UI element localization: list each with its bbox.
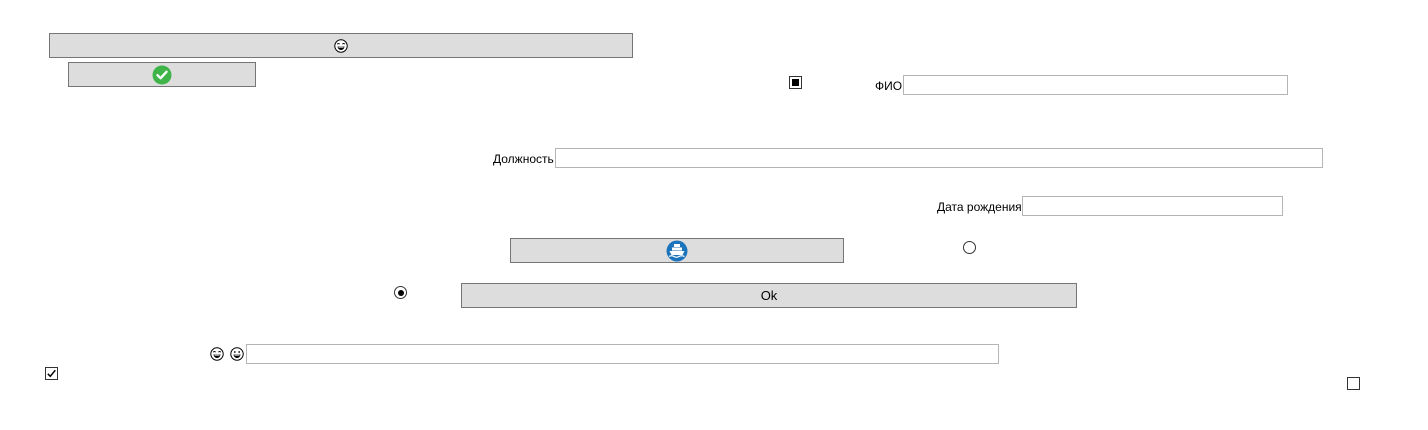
ship-icon (666, 240, 688, 262)
checkmark-icon (47, 369, 56, 378)
ok-button[interactable]: Ok (461, 283, 1077, 308)
confirm-button[interactable] (68, 62, 256, 87)
checked-checkbox[interactable] (45, 367, 58, 380)
fio-label: ФИО (875, 79, 903, 93)
birth-date-label: Дата рождения (937, 200, 1022, 214)
emoji-input[interactable] (246, 344, 999, 364)
position-label: Должность (493, 152, 554, 166)
radio-dot (397, 289, 404, 296)
radio-button-unchecked[interactable] (963, 241, 976, 254)
green-checkmark-icon (152, 65, 172, 85)
indeterminate-checkbox[interactable] (789, 76, 802, 89)
position-input[interactable] (555, 148, 1323, 168)
grinning-face-icon (230, 347, 244, 361)
ship-button[interactable] (510, 238, 844, 263)
checkbox-fill-square (792, 79, 799, 86)
radio-button-checked[interactable] (394, 286, 407, 299)
emoji-button[interactable] (49, 33, 633, 58)
empty-checkbox[interactable] (1347, 377, 1360, 390)
laughing-face-icon (334, 38, 348, 53)
fio-input[interactable] (903, 75, 1288, 95)
birth-date-input[interactable] (1022, 196, 1283, 216)
ok-button-label: Ok (760, 288, 778, 303)
laughing-face-icon (210, 347, 224, 361)
